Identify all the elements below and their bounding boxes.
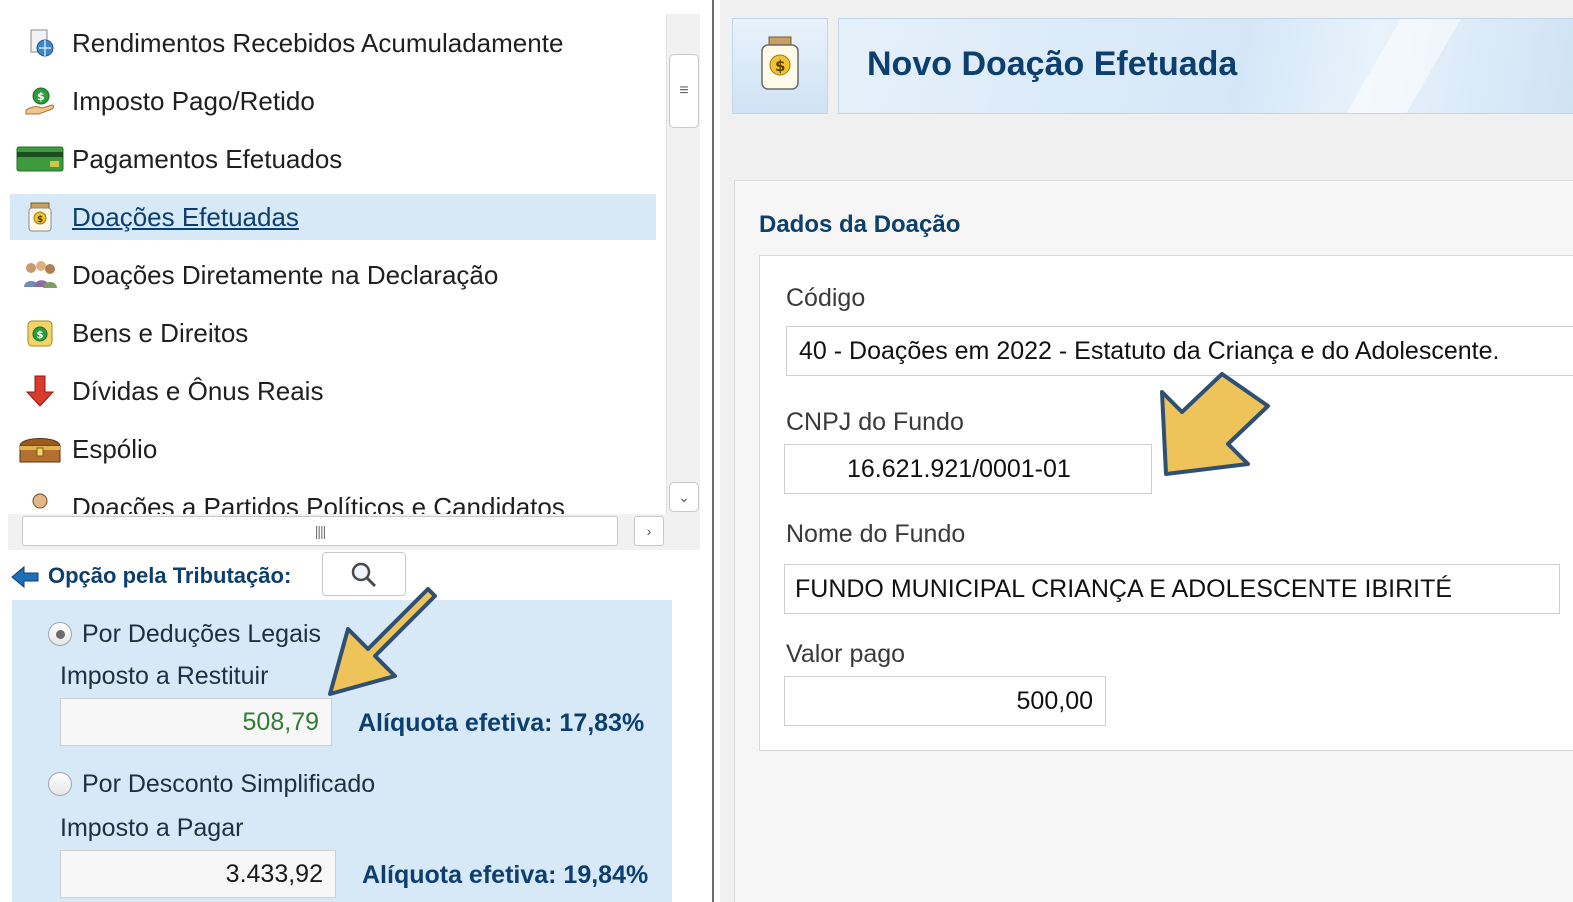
treasure-chest-icon	[16, 434, 64, 464]
donation-jar-icon: $	[756, 35, 804, 98]
search-button[interactable]	[322, 552, 406, 596]
red-down-arrow-icon	[16, 375, 64, 407]
sidebar-item-dividas[interactable]: Dívidas e Ônus Reais	[10, 368, 656, 414]
globe-document-icon	[16, 28, 64, 58]
left-pane: Rendimentos Recebidos Acumuladamente $ I…	[0, 0, 712, 902]
codigo-label: Código	[786, 284, 866, 312]
nome-fundo-label: Nome do Fundo	[786, 520, 966, 548]
sidebar-item-label: Bens e Direitos	[72, 317, 249, 348]
magnifier-icon	[351, 562, 377, 588]
sidebar-item-imposto-pago[interactable]: $ Imposto Pago/Retido	[10, 78, 656, 124]
sidebar-item-doacoes-diretamente[interactable]: Doações Diretamente na Declaração	[10, 252, 656, 298]
sidebar-item-pagamentos[interactable]: Pagamentos Efetuados	[10, 136, 656, 182]
radio-label-deducoes-legais[interactable]: Por Deduções Legais	[82, 620, 321, 649]
svg-text:$: $	[37, 90, 45, 103]
donation-form: Código 40 - Doações em 2022 - Estatuto d…	[759, 255, 1573, 751]
svg-text:$: $	[775, 57, 785, 75]
header-icon-box: $	[732, 18, 828, 114]
sidebar-item-rendimentos-acumulados[interactable]: Rendimentos Recebidos Acumuladamente	[10, 20, 656, 66]
radio-deducoes-legais[interactable]	[48, 622, 72, 646]
page-header: Novo Doação Efetuada	[838, 18, 1573, 114]
radio-label-desconto-simplificado[interactable]: Por Desconto Simplificado	[82, 770, 375, 799]
svg-text:$: $	[37, 330, 44, 341]
collapse-arrow-icon[interactable]	[10, 564, 40, 595]
cnpj-label: CNPJ do Fundo	[786, 408, 964, 436]
tax-option-title: Opção pela Tributação:	[48, 563, 292, 588]
valor-pago-label: Valor pago	[786, 640, 906, 668]
header-decoration	[1331, 19, 1467, 113]
scroll-right-button[interactable]: ›	[634, 516, 664, 546]
sidebar-item-label: Rendimentos Recebidos Acumuladamente	[72, 27, 564, 58]
cnpj-field[interactable]: 16.621.921/0001-01	[784, 444, 1152, 494]
nome-fundo-field[interactable]: FUNDO MUNICIPAL CRIANÇA E ADOLESCENTE IB…	[784, 564, 1560, 614]
sidebar-item-label: Doações Efetuadas	[72, 201, 299, 232]
sidebar-item-label: Dívidas e Ônus Reais	[72, 375, 324, 406]
sidebar-item-label: Pagamentos Efetuados	[72, 143, 343, 174]
valor-pago-field[interactable]: 500,00	[784, 676, 1106, 726]
content-area: Dados da Doação Código 40 - Doações em 2…	[734, 180, 1573, 902]
credit-card-icon	[16, 144, 64, 174]
sidebar-item-label: Doações Diretamente na Declaração	[72, 259, 499, 290]
horizontal-scrollbar[interactable]: |||| ›	[8, 514, 700, 550]
sidebar-item-doacoes-efetuadas[interactable]: $ Doações Efetuadas	[10, 194, 656, 240]
aliquota-efetiva-legal: Alíquota efetiva: 17,83%	[358, 709, 645, 737]
donation-jar-icon: $	[16, 202, 64, 232]
pane-splitter[interactable]	[712, 0, 720, 902]
radio-desconto-simplificado[interactable]	[48, 772, 72, 796]
imposto-restituir-value: 508,79	[60, 698, 332, 746]
sidebar-nav: Rendimentos Recebidos Acumuladamente $ I…	[10, 14, 700, 514]
money-bag-icon: $	[16, 318, 64, 348]
sidebar-item-espolio[interactable]: Espólio	[10, 426, 656, 472]
people-group-icon	[16, 260, 64, 290]
scroll-down-button[interactable]: ⌄	[669, 482, 699, 512]
sidebar-item-label: Imposto Pago/Retido	[72, 85, 315, 116]
imposto-restituir-label: Imposto a Restituir	[60, 662, 269, 690]
sidebar-item-bens-direitos[interactable]: $ Bens e Direitos	[10, 310, 656, 356]
scrollbar-thumb[interactable]: ≡	[669, 54, 699, 128]
vertical-scrollbar[interactable]: ≡ ⌄	[666, 14, 700, 514]
page-title: Novo Doação Efetuada	[867, 45, 1238, 83]
section-title: Dados da Doação	[759, 211, 961, 238]
aliquota-efetiva-simplificado: Alíquota efetiva: 19,84%	[362, 861, 649, 889]
tax-option-panel: Por Deduções Legais Imposto a Restituir …	[12, 600, 672, 902]
person-icon	[16, 492, 64, 514]
sidebar-item-doacoes-partidos[interactable]: Doações a Partidos Políticos e Candidato…	[10, 484, 656, 514]
tax-option-header: Opção pela Tributação:	[8, 552, 698, 600]
sidebar-item-label: Espólio	[72, 433, 158, 464]
codigo-select[interactable]: 40 - Doações em 2022 - Estatuto da Crian…	[786, 326, 1573, 376]
scrollbar-thumb[interactable]: ||||	[22, 516, 618, 546]
imposto-pagar-label: Imposto a Pagar	[60, 814, 244, 842]
imposto-pagar-value: 3.433,92	[60, 850, 336, 898]
money-hand-icon: $	[16, 86, 64, 116]
svg-text:$: $	[37, 215, 43, 225]
main-panel: $ Novo Doação Efetuada Dados da Doação C…	[720, 0, 1573, 902]
sidebar-item-label: Doações a Partidos Políticos e Candidato…	[72, 491, 565, 515]
